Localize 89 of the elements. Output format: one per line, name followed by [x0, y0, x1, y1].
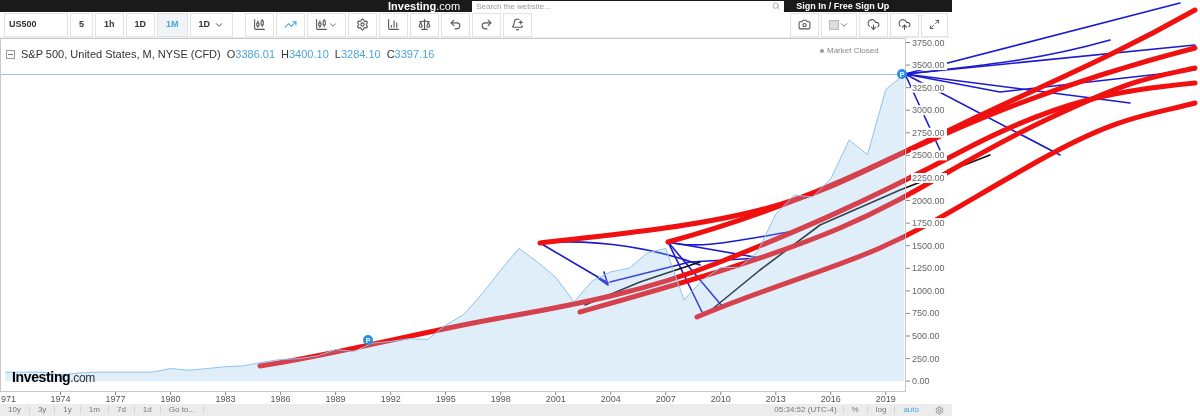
interval-button[interactable]: 1M	[157, 12, 188, 37]
x-axis-label: 1995	[435, 394, 456, 404]
y-axis-label: 1000.00	[912, 285, 945, 296]
y-axis-label: 3250.00	[912, 82, 945, 93]
alert-button[interactable]	[503, 12, 533, 37]
ohlc-value: L3284.10	[334, 47, 381, 62]
y-axis-label: 2250.00	[912, 172, 945, 183]
range-button[interactable]: 1y	[55, 406, 81, 414]
fullscreen-button[interactable]	[921, 12, 948, 37]
y-axis-label: 1250.00	[912, 263, 945, 274]
load-button[interactable]	[859, 12, 888, 37]
x-axis-label: 2010	[710, 394, 731, 404]
fullscreen-icon	[929, 19, 940, 30]
scale-option[interactable]: %	[842, 406, 867, 414]
x-axis-label: 1986	[270, 394, 291, 404]
save-button[interactable]	[890, 12, 919, 37]
interval-button[interactable]: 1D	[125, 12, 156, 37]
y-axis-label: 250.00	[912, 353, 940, 364]
ohlc-value: C3397.16	[386, 47, 435, 62]
sign-in-link[interactable]: Sign In / Free Sign Up	[796, 1, 890, 11]
x-axis-label: 1974	[50, 394, 71, 404]
x-axis-label: 2013	[765, 394, 786, 404]
undo-icon	[449, 18, 463, 31]
scale-icon	[418, 18, 432, 31]
cloud-download-icon	[867, 18, 880, 31]
x-axis-label: 2019	[875, 394, 896, 404]
range-button[interactable]: 1m	[80, 406, 109, 414]
bar-chart-icon	[387, 18, 401, 31]
color-swatch-icon	[829, 19, 839, 30]
ohlc-value: H3400.10	[281, 47, 329, 62]
range-button[interactable]: 1d	[134, 406, 161, 414]
scale-option[interactable]: auto	[894, 406, 927, 414]
x-axis-label: 1983	[215, 394, 236, 404]
y-axis-label: 3750.00	[912, 38, 945, 48]
scale-option[interactable]: log	[866, 406, 895, 414]
redo-icon	[480, 18, 494, 31]
x-axis-label: 971	[1, 394, 17, 404]
collapse-icon[interactable]	[6, 49, 15, 59]
range-button[interactable]: 7d	[108, 406, 135, 414]
candlestick-icon	[253, 18, 267, 31]
y-axis-label: 1750.00	[912, 218, 945, 229]
undo-button[interactable]	[441, 12, 471, 37]
search-icon	[772, 2, 781, 10]
bar-type-button[interactable]	[307, 12, 347, 37]
site-logo[interactable]: Investing.com	[388, 0, 461, 12]
y-axis-label: 0.00	[912, 376, 930, 387]
y-axis-label: 2000.00	[912, 195, 945, 206]
x-axis-label: 2001	[545, 394, 566, 404]
range-button[interactable]: 10y	[0, 406, 30, 414]
interval-dropdown[interactable]: 1D	[189, 12, 234, 37]
x-axis-label: 2016	[820, 394, 841, 404]
range-button[interactable]: Go to...	[160, 406, 204, 414]
snapshot-button[interactable]	[790, 12, 819, 37]
camera-icon	[798, 18, 811, 31]
cloud-upload-icon	[898, 18, 911, 31]
x-axis-label: 1992	[380, 394, 401, 404]
settings-icon	[356, 18, 370, 31]
market-status: Market Closed	[827, 45, 879, 57]
symbol-field[interactable]: US500	[4, 12, 68, 37]
y-axis-label: 2750.00	[912, 127, 945, 138]
compare-button[interactable]	[410, 12, 440, 37]
interval-button[interactable]: 5	[70, 12, 93, 37]
y-axis-label: 750.00	[912, 308, 940, 319]
y-axis-label: 500.00	[912, 331, 940, 341]
clock-text: 05:34:52 (UTC-4)	[773, 404, 838, 416]
y-axis-label: 3000.00	[912, 105, 945, 116]
x-axis-label: 1998	[490, 394, 511, 404]
x-axis-label: 1977	[105, 394, 126, 404]
indicators-button[interactable]	[379, 12, 409, 37]
color-button[interactable]	[821, 12, 857, 37]
bell-plus-icon	[511, 18, 525, 31]
ohlc-value: O3386.01	[226, 47, 276, 62]
interval-button[interactable]: 1h	[95, 12, 124, 37]
x-axis-label: 1989	[325, 394, 346, 404]
x-axis-label: 2004	[600, 394, 621, 404]
x-axis-label: 2007	[655, 394, 676, 404]
settings-icon	[935, 405, 944, 415]
y-axis-label: 2500.00	[912, 150, 945, 161]
candlestick-icon	[315, 18, 329, 31]
line-chart-icon	[284, 18, 298, 31]
range-button[interactable]: 3y	[29, 406, 56, 414]
x-axis-label: 1980	[160, 394, 181, 404]
chart-logo: Investing.com	[12, 370, 95, 384]
y-axis-label: 3500.00	[912, 60, 945, 71]
y-axis-label: 1500.00	[912, 240, 945, 251]
legend-title: S&P 500, United States, M, NYSE (CFD)	[21, 47, 221, 62]
redo-button[interactable]	[472, 12, 502, 37]
settings-button[interactable]	[348, 12, 378, 37]
candles-button[interactable]	[245, 12, 275, 37]
